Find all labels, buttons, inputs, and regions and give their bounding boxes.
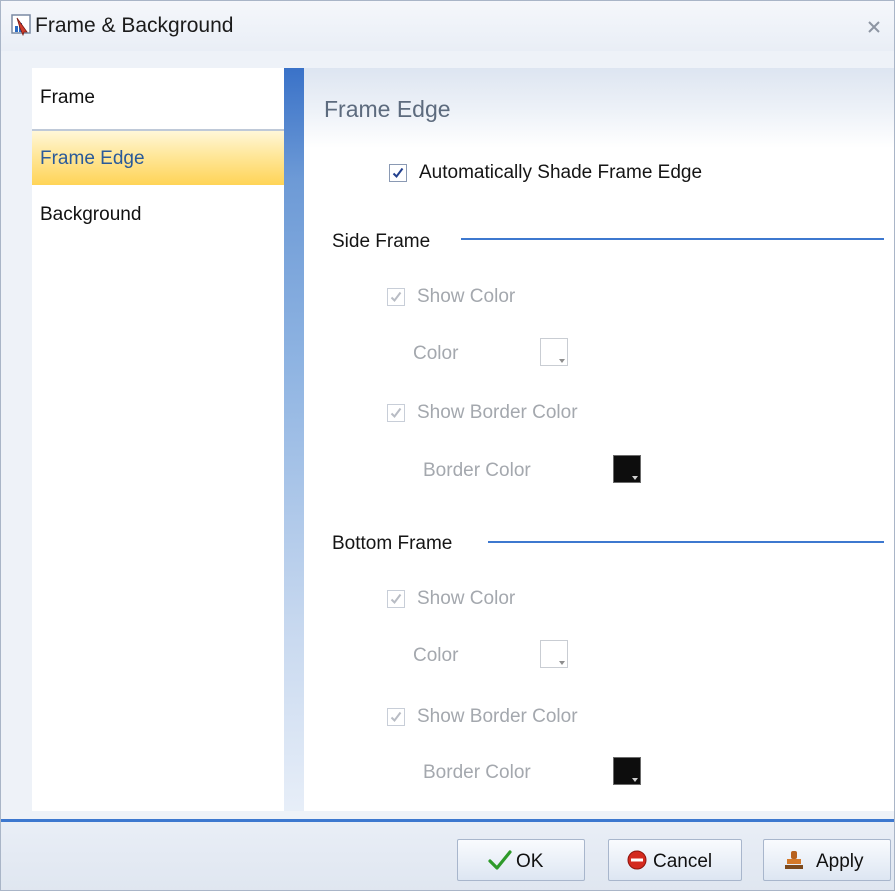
nav-item-label: Frame	[40, 87, 95, 108]
apply-label: Apply	[816, 851, 864, 872]
bottom-frame-heading: Bottom Frame	[332, 533, 453, 554]
bottom-border-color-picker[interactable]	[613, 757, 641, 785]
nav-item-frame-edge[interactable]: Frame Edge	[32, 129, 284, 185]
bottom-show-border-color-label: Show Border Color	[417, 706, 578, 727]
category-list: Frame Frame Edge Background	[32, 68, 284, 811]
panel-divider	[284, 68, 304, 811]
dialog-footer	[1, 819, 894, 890]
apply-button[interactable]: Apply	[763, 839, 891, 881]
nav-item-label: Background	[40, 204, 142, 225]
side-border-color-label: Border Color	[423, 460, 531, 481]
side-show-color-checkbox[interactable]	[387, 288, 405, 306]
chart-frame-icon	[11, 14, 33, 37]
nav-item-label: Frame Edge	[40, 148, 145, 169]
bottom-show-color-label: Show Color	[417, 588, 516, 609]
nav-item-background[interactable]: Background	[32, 187, 284, 243]
bottom-frame-divider	[488, 541, 884, 543]
bottom-color-picker[interactable]	[540, 640, 568, 668]
auto-shade-checkbox[interactable]	[389, 164, 407, 182]
cancel-icon	[626, 849, 648, 877]
side-frame-divider	[461, 238, 884, 240]
ok-label: OK	[516, 851, 544, 872]
settings-panel: Frame Edge Automatically Shade Frame Edg…	[304, 68, 894, 811]
checkmark-icon	[488, 849, 512, 877]
side-color-label: Color	[413, 343, 459, 364]
side-show-border-color-label: Show Border Color	[417, 402, 578, 423]
frame-background-dialog: Frame & Background Frame Frame Edge Back…	[0, 0, 895, 891]
cancel-label: Cancel	[653, 851, 713, 872]
title-bar: Frame & Background	[1, 1, 894, 51]
stamp-icon	[782, 849, 806, 879]
panel-title: Frame Edge	[324, 96, 451, 122]
side-color-picker[interactable]	[540, 338, 568, 366]
nav-item-frame[interactable]: Frame	[32, 70, 284, 126]
side-show-color-label: Show Color	[417, 286, 516, 307]
ok-button[interactable]: OK	[457, 839, 585, 881]
side-show-border-color-checkbox[interactable]	[387, 404, 405, 422]
auto-shade-label: Automatically Shade Frame Edge	[419, 162, 703, 183]
bottom-color-label: Color	[413, 645, 459, 666]
side-frame-heading: Side Frame	[332, 231, 431, 252]
cancel-button[interactable]: Cancel	[608, 839, 742, 881]
bottom-show-border-color-checkbox[interactable]	[387, 708, 405, 726]
window-title: Frame & Background	[35, 14, 234, 37]
side-border-color-picker[interactable]	[613, 455, 641, 483]
bottom-show-color-checkbox[interactable]	[387, 590, 405, 608]
close-icon[interactable]	[864, 17, 884, 37]
panel-header: Frame Edge	[304, 68, 894, 148]
bottom-border-color-label: Border Color	[423, 762, 531, 783]
